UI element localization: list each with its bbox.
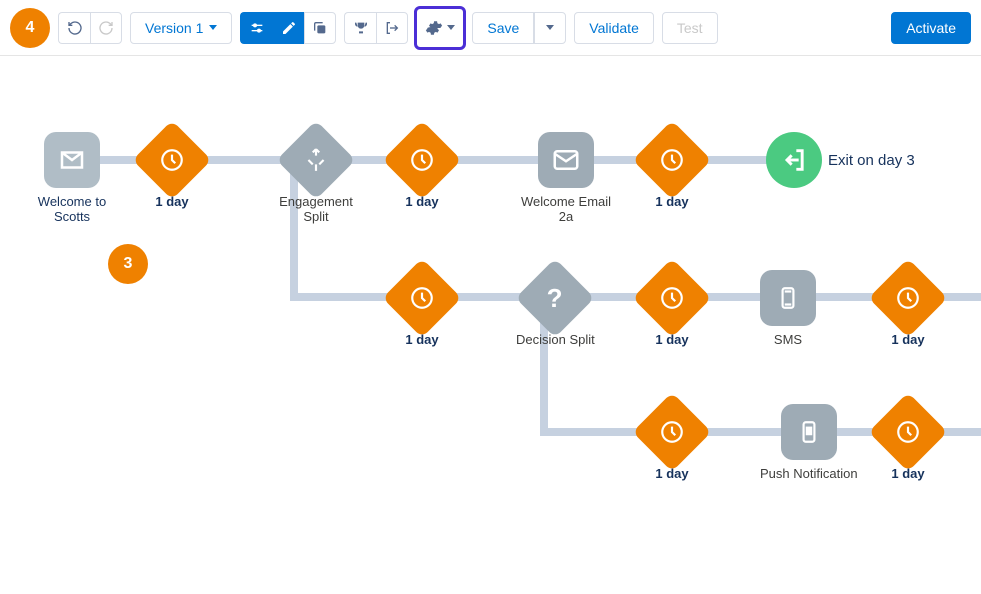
email-icon (538, 132, 594, 188)
version-dropdown[interactable]: Version 1 (130, 12, 232, 44)
version-label: Version 1 (145, 20, 203, 36)
email-entry-icon (44, 132, 100, 188)
undo-icon (67, 20, 83, 36)
trophy-icon (353, 20, 369, 36)
sms-icon (760, 270, 816, 326)
copy-icon (312, 20, 328, 36)
wait-icon (382, 120, 461, 199)
node-decision-split[interactable]: ? Decision Split (516, 270, 595, 347)
wait-icon (382, 258, 461, 337)
wait-icon (132, 120, 211, 199)
node-welcome-scotts[interactable]: Welcome to Scotts (22, 132, 122, 224)
wait-icon (632, 258, 711, 337)
tools-group-1 (240, 12, 336, 44)
filter-button[interactable] (240, 12, 272, 44)
node-wait-2[interactable]: 1 day (394, 132, 450, 209)
activate-button[interactable]: Activate (891, 12, 971, 44)
validate-button[interactable]: Validate (574, 12, 654, 44)
test-button[interactable]: Test (662, 12, 718, 44)
wait-icon (868, 392, 947, 471)
node-exit[interactable] (766, 132, 822, 188)
chevron-down-icon (209, 25, 217, 30)
gear-icon (425, 19, 443, 37)
node-wait-1[interactable]: 1 day (144, 132, 200, 209)
engagement-split-icon (276, 120, 355, 199)
wait-icon (632, 120, 711, 199)
node-wait-3[interactable]: 1 day (644, 132, 700, 209)
save-dropdown[interactable] (534, 12, 566, 44)
node-wait-5[interactable]: 1 day (644, 270, 700, 347)
toolbar: 4 Version 1 (0, 0, 981, 56)
wait-icon (868, 258, 947, 337)
node-wait-4[interactable]: 1 day (394, 270, 450, 347)
node-welcome-email-2a[interactable]: Welcome Email 2a (516, 132, 616, 224)
exit-label: Exit on day 3 (828, 152, 915, 169)
annotation-badge-3: 3 (108, 244, 148, 284)
redo-icon (98, 20, 114, 36)
node-wait-8[interactable]: 1 day (880, 404, 936, 481)
node-sms[interactable]: SMS (760, 270, 816, 347)
redo-button[interactable] (90, 12, 122, 44)
edit-button[interactable] (272, 12, 304, 44)
sliders-icon (249, 20, 265, 36)
exit-circle-icon (766, 132, 822, 188)
decision-split-icon: ? (516, 258, 595, 337)
save-group: Save (472, 12, 566, 44)
undo-button[interactable] (58, 12, 90, 44)
chevron-down-icon (546, 25, 554, 30)
node-wait-7[interactable]: 1 day (644, 404, 700, 481)
history-group (58, 12, 122, 44)
pencil-icon (281, 20, 297, 36)
copy-button[interactable] (304, 12, 336, 44)
node-push[interactable]: Push Notification (760, 404, 858, 481)
settings-dropdown[interactable] (416, 8, 464, 48)
exit-criteria-button[interactable] (376, 12, 408, 44)
node-engagement-split[interactable]: Engagement Split (266, 132, 366, 224)
goal-button[interactable] (344, 12, 376, 44)
wait-icon (632, 392, 711, 471)
push-icon (781, 404, 837, 460)
journey-canvas[interactable]: Welcome to Scotts 1 day Engagement Split… (0, 56, 981, 594)
save-button[interactable]: Save (472, 12, 534, 44)
chevron-down-icon (447, 25, 455, 30)
exit-icon (384, 20, 400, 36)
tools-group-2 (344, 12, 408, 44)
annotation-badge-4: 4 (10, 8, 50, 48)
node-wait-6[interactable]: 1 day (880, 270, 936, 347)
